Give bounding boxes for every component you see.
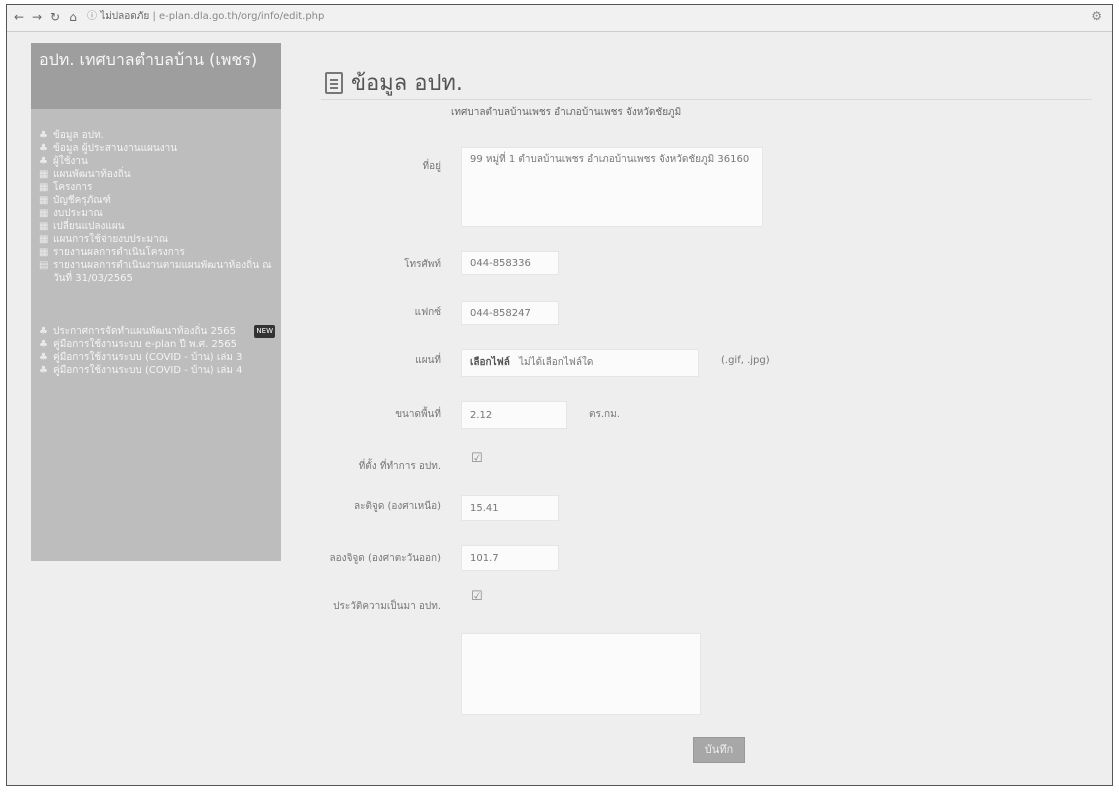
area-field[interactable]	[461, 401, 567, 429]
report-icon: ▦	[39, 221, 49, 232]
address-label: ที่อยู่	[422, 161, 441, 172]
address-bar[interactable]: ⓘ ไม่ปลอดภัย | e-plan.dla.go.th/org/info…	[87, 9, 324, 25]
latitude-field[interactable]	[461, 495, 559, 521]
sidebar-item[interactable]: ▦ โครงการ	[39, 181, 275, 194]
history-label: ประวัติความเป็นมา อปท.	[333, 601, 441, 612]
back-arrow-icon[interactable]: ←	[11, 9, 27, 25]
sidebar-item-label: คู่มือการใช้งานระบบ (COVID - บ้าน) เล่ม …	[53, 352, 243, 363]
browser-toolbar: ← → ↻ ⌂ ⓘ ไม่ปลอดภัย | e-plan.dla.go.th/…	[7, 5, 1112, 32]
sidebar-item-label: แผนพัฒนาท้องถิ่น	[53, 169, 131, 180]
sidebar-item[interactable]: ♣ คู่มือการใช้งานระบบ (COVID - บ้าน) เล่ม…	[39, 351, 275, 364]
sidebar-menu: ♣ ข้อมูล อปท. ♣ ข้อมูล ผู้ประสานงานแผนงาน ♣ ผ…	[39, 129, 275, 377]
sidebar-item-label: ประกาศการจัดทำแผนพัฒนาท้องถิ่น 2565	[53, 326, 236, 337]
user-icon: ♣	[39, 130, 48, 141]
sidebar-item[interactable]: ▦ รายงานผลการดำเนินโครงการ	[39, 246, 275, 259]
user-icon: ♣	[39, 352, 48, 363]
sidebar-item-label: แผนการใช้จ่ายงบประมาณ	[53, 234, 168, 245]
address-field[interactable]	[461, 147, 763, 227]
new-badge: NEW	[254, 325, 275, 338]
longitude-field[interactable]	[461, 545, 559, 571]
report-icon: ▦	[39, 208, 49, 219]
sidebar-item[interactable]: ▦ แผนพัฒนาท้องถิ่น	[39, 168, 275, 181]
report-icon: ▦	[39, 169, 49, 180]
area-label: ขนาดพื้นที่	[395, 409, 441, 420]
report-icon: ▦	[39, 195, 49, 206]
sidebar-item[interactable]: ▦ แผนการใช้จ่ายงบประมาณ	[39, 233, 275, 246]
long-label: ลองจิจูด (องศาตะวันออก)	[329, 553, 441, 564]
sidebar-item-label: คู่มือการใช้งานระบบ (COVID - บ้าน) เล่ม …	[53, 365, 243, 376]
sidebar-item-label: เปลี่ยนแปลงแผน	[53, 221, 125, 232]
sidebar-item[interactable]: ♣ คู่มือการใช้งานระบบ (COVID - บ้าน) เล่ม…	[39, 364, 275, 377]
user-icon: ♣	[39, 156, 48, 167]
history-field[interactable]	[461, 633, 701, 715]
sidebar-item-label: บัญชีครุภัณฑ์	[53, 195, 111, 206]
sidebar-item-label: ข้อมูล อปท.	[53, 130, 104, 141]
home-icon[interactable]: ⌂	[65, 9, 81, 25]
main-content: ข้อมูล อปท. เทศบาลตำบลบ้านเพชร อำเภอบ้าน…	[301, 43, 1102, 775]
lat-label: ละติจูด (องศาเหนือ)	[353, 501, 441, 512]
divider	[321, 99, 1092, 100]
browser-frame: ← → ↻ ⌂ ⓘ ไม่ปลอดภัย | e-plan.dla.go.th/…	[6, 4, 1113, 786]
org-name: เทศบาลตำบลบ้านเพชร อำเภอบ้านเพชร จังหวัด…	[451, 107, 682, 118]
checkbox-icon[interactable]: ☑	[471, 589, 483, 604]
sidebar-item[interactable]: ▤ รายงานผลการดำเนินงานตามแผนพัฒนาท้องถิ่น…	[39, 259, 275, 285]
phone-field[interactable]	[461, 251, 559, 275]
page-title-text: ข้อมูล อปท.	[351, 71, 463, 96]
fax-field[interactable]	[461, 301, 559, 325]
menu-spacer	[39, 285, 275, 325]
document-icon: ▤	[39, 260, 49, 271]
no-file-text: ไม่ได้เลือกไฟล์ใด	[519, 357, 594, 368]
user-icon: ♣	[39, 326, 48, 337]
sidebar-item-label: งบประมาณ	[53, 208, 103, 219]
extension-icon[interactable]: ⚙	[1091, 9, 1102, 23]
checkbox-icon[interactable]: ☑	[471, 451, 483, 466]
document-icon	[325, 71, 343, 94]
url-path: e-plan.dla.go.th/org/info/edit.php	[159, 11, 325, 22]
map-label: แผนที่	[415, 355, 441, 366]
hq-label: ที่ตั้ง ที่ทำการ อปท.	[358, 461, 441, 472]
user-icon: ♣	[39, 143, 48, 154]
file-hint: (.gif, .jpg)	[721, 355, 770, 366]
map-file-input[interactable]: เลือกไฟล์ ไม่ได้เลือกไฟล์ใด	[461, 349, 699, 377]
page-title: ข้อมูล อปท.	[325, 65, 463, 100]
sidebar-item-label: รายงานผลการดำเนินงานตามแผนพัฒนาท้องถิ่น …	[53, 260, 272, 284]
user-icon: ♣	[39, 365, 48, 376]
url-host: ไม่ปลอดภัย	[100, 11, 150, 22]
phone-label: โทรศัพท์	[404, 259, 441, 270]
area-unit: ตร.กม.	[589, 409, 620, 420]
save-button[interactable]: บันทึก	[693, 737, 745, 763]
sidebar-item[interactable]: ♣ ผู้ใช้งาน	[39, 155, 275, 168]
sidebar-item[interactable]: ▦ บัญชีครุภัณฑ์	[39, 194, 275, 207]
sidebar-item[interactable]: ▦ เปลี่ยนแปลงแผน	[39, 220, 275, 233]
sidebar-item[interactable]: ♣ ข้อมูล ผู้ประสานงานแผนงาน	[39, 142, 275, 155]
sidebar-item-label: รายงานผลการดำเนินโครงการ	[53, 247, 185, 258]
sidebar-item-label: ผู้ใช้งาน	[53, 156, 88, 167]
report-icon: ▦	[39, 234, 49, 245]
user-icon: ♣	[39, 339, 48, 350]
sidebar-item[interactable]: ▦ งบประมาณ	[39, 207, 275, 220]
sidebar-title: อปท. เทศบาลตำบลบ้าน (เพชร)	[31, 43, 281, 109]
sidebar: อปท. เทศบาลตำบลบ้าน (เพชร) ♣ ข้อมูล อปท. ♣…	[31, 43, 281, 561]
lock-icon: ⓘ	[87, 11, 101, 22]
report-icon: ▦	[39, 182, 49, 193]
sidebar-item[interactable]: ♣ คู่มือการใช้งานระบบ e-plan ปี พ.ศ. 2565	[39, 338, 275, 351]
sidebar-item[interactable]: ♣ ประกาศการจัดทำแผนพัฒนาท้องถิ่น 2565 NEW	[39, 325, 275, 338]
reload-icon[interactable]: ↻	[47, 9, 63, 25]
sidebar-item[interactable]: ♣ ข้อมูล อปท.	[39, 129, 275, 142]
sidebar-item-label: คู่มือการใช้งานระบบ e-plan ปี พ.ศ. 2565	[53, 339, 237, 350]
forward-arrow-icon[interactable]: →	[29, 9, 45, 25]
choose-file-button[interactable]: เลือกไฟล์	[470, 357, 510, 368]
report-icon: ▦	[39, 247, 49, 258]
sidebar-item-label: โครงการ	[53, 182, 93, 193]
sidebar-item-label: ข้อมูล ผู้ประสานงานแผนงาน	[53, 143, 178, 154]
fax-label: แฟกซ์	[414, 307, 441, 318]
